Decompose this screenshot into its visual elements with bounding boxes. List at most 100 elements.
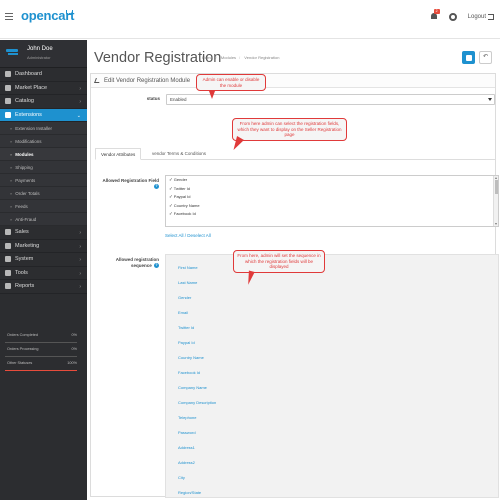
gear-icon xyxy=(5,256,11,263)
field-name: Country Name xyxy=(173,202,200,208)
sequence-item[interactable]: Last Name xyxy=(178,280,197,285)
list-item[interactable]: ✓Facebook Id xyxy=(166,210,498,219)
pencil-icon xyxy=(94,78,101,83)
profile-block[interactable]: John Doe Administrator xyxy=(0,40,87,68)
sidebar-subitem-order-totals[interactable]: » Order Totals xyxy=(0,187,87,200)
list-item[interactable]: ✓Country Name xyxy=(166,202,498,211)
stat-label: Orders Processing xyxy=(7,347,39,351)
sidebar-item-label: Reports xyxy=(15,283,35,290)
sidebar-item-reports[interactable]: Reports › xyxy=(0,280,87,294)
wrench-icon xyxy=(5,269,11,276)
tab-vendor-attributes[interactable]: Vendor Attributes xyxy=(95,148,142,160)
scroll-thumb[interactable] xyxy=(495,180,498,194)
sidebar-item-tools[interactable]: Tools › xyxy=(0,267,87,280)
edit-panel: Edit Vendor Registration Module status E… xyxy=(90,73,499,498)
sequence-item[interactable]: City xyxy=(178,475,185,480)
help-lifering-icon[interactable] xyxy=(448,12,457,21)
sidebar-item-market-place[interactable]: Market Place › xyxy=(0,82,87,95)
select-all-link[interactable]: Select All xyxy=(165,233,184,238)
sidebar-item-catalog[interactable]: Catalog › xyxy=(0,95,87,109)
notifications-bell-icon[interactable]: 2 xyxy=(430,9,440,21)
select-links: Select All / Deselect All xyxy=(165,233,211,238)
tab-vendor-terms[interactable]: vendor Terms & Conditions xyxy=(147,148,211,160)
main-content: Vendor Registration Home / Modules / Vendo… xyxy=(88,40,500,500)
bar-chart-icon xyxy=(5,283,11,290)
sequence-item[interactable]: First Name xyxy=(178,265,198,270)
allowed-fields-list[interactable]: ✓Gender ✓Twitter Id ✓Paypal Id ✓Country … xyxy=(165,175,499,227)
sidebar-subitem-label: Order Totals xyxy=(15,190,40,196)
status-label: status xyxy=(146,96,160,101)
sequence-item[interactable]: Country Name xyxy=(178,355,204,360)
checkmark-icon: ✓ xyxy=(169,185,173,191)
breadcrumb: Home / Modules / Vendor Registration xyxy=(202,55,280,60)
scroll-down-arrow-icon[interactable] xyxy=(495,223,497,225)
sidebar-item-dashboard[interactable]: Dashboard xyxy=(0,68,87,82)
menu-toggle-icon[interactable] xyxy=(5,13,13,20)
sequence-item[interactable]: Address2 xyxy=(178,460,195,465)
avatar xyxy=(6,47,20,57)
sidebar-subitem-feeds[interactable]: » Feeds xyxy=(0,200,87,213)
list-item[interactable]: ✓Paypal Id xyxy=(166,193,498,202)
deselect-all-link[interactable]: Deselect All xyxy=(187,233,211,238)
sidebar-item-label: Marketing xyxy=(15,242,40,249)
sequence-item[interactable]: Email xyxy=(178,310,188,315)
sequence-item[interactable]: Address1 xyxy=(178,445,195,450)
sequence-item[interactable]: Company Description xyxy=(178,400,216,405)
help-icon[interactable]: ? xyxy=(154,184,159,190)
stat-percent: 0% xyxy=(71,347,78,351)
checkmark-icon: ✓ xyxy=(169,202,173,208)
sequence-item[interactable]: Facebook Id xyxy=(178,370,200,375)
breadcrumb-home[interactable]: Home xyxy=(202,55,213,60)
sidebar-subitem-shipping[interactable]: » Shipping xyxy=(0,161,87,174)
sidebar-subitem-payments[interactable]: » Payments xyxy=(0,174,87,187)
sidebar-subitem-label: Extension Installer xyxy=(15,125,53,131)
cart-icon xyxy=(5,229,11,236)
sidebar-item-marketing[interactable]: Marketing › xyxy=(0,240,87,253)
sequence-list: First Name Last Name Gender Email Twitte… xyxy=(165,254,499,498)
puzzle-icon xyxy=(5,84,11,91)
stat-progress-bar xyxy=(5,369,77,371)
chevron-right-icon: › xyxy=(79,243,81,250)
status-select[interactable]: Enabled xyxy=(166,94,495,105)
breadcrumb-current[interactable]: Vendor Registration xyxy=(244,55,279,60)
sidebar-subitem-anti-fraud[interactable]: » Anti-Fraud xyxy=(0,213,87,226)
sidebar-item-sales[interactable]: Sales › xyxy=(0,226,87,240)
sequence-item[interactable]: Twitter Id xyxy=(178,325,194,330)
back-button[interactable]: ↶ xyxy=(479,51,492,64)
stat-progress-bar xyxy=(5,355,77,357)
scrollbar[interactable] xyxy=(493,176,498,226)
sidebar-subitem-label: Payments xyxy=(15,177,36,183)
scroll-up-arrow-icon[interactable] xyxy=(495,177,497,179)
list-item[interactable]: ✓Gender xyxy=(166,176,498,185)
sidebar-subitem-label: Feeds xyxy=(15,203,28,209)
sequence-item[interactable]: Paypal Id xyxy=(178,340,195,345)
sequence-item[interactable]: Company Name xyxy=(178,385,207,390)
sequence-item[interactable]: Region/State xyxy=(178,490,201,495)
top-header: opencart 2 Logout xyxy=(0,0,500,39)
list-item[interactable]: ✓Twitter Id xyxy=(166,185,498,194)
stat-progress-bar xyxy=(5,341,77,343)
sidebar-subitem-extension-installer[interactable]: » Extension Installer xyxy=(0,122,87,135)
logout-link[interactable]: Logout xyxy=(468,13,494,20)
save-button[interactable] xyxy=(462,51,475,64)
help-icon[interactable]: ? xyxy=(154,263,159,269)
sequence-item[interactable]: Password xyxy=(178,430,196,435)
sequence-item[interactable]: Telephone xyxy=(178,415,196,420)
sidebar-subitem-label: Modifications xyxy=(15,138,42,144)
sidebar-subitem-label: Shipping xyxy=(15,164,33,170)
breadcrumb-modules[interactable]: Modules xyxy=(221,55,236,60)
dashboard-icon xyxy=(5,71,11,78)
sequence-item[interactable]: Gender xyxy=(178,295,191,300)
checkmark-icon: ✓ xyxy=(169,177,173,182)
sidebar-item-label: Dashboard xyxy=(15,71,42,78)
sequence-label-text: Allowed registration sequence xyxy=(115,257,159,268)
sidebar-subitem-modules[interactable]: » Modules xyxy=(0,148,87,161)
field-name: Gender xyxy=(173,177,188,182)
sidebar-item-extensions[interactable]: Extensions ⌄ xyxy=(0,108,87,122)
checkmark-icon: ✓ xyxy=(169,211,173,216)
sidebar-subitem-modifications[interactable]: » Modifications xyxy=(0,135,87,148)
field-name: Facebook Id xyxy=(173,211,196,216)
sidebar-item-label: Market Place xyxy=(15,84,48,91)
sidebar-item-system[interactable]: System › xyxy=(0,253,87,267)
puzzle-icon xyxy=(5,111,11,118)
